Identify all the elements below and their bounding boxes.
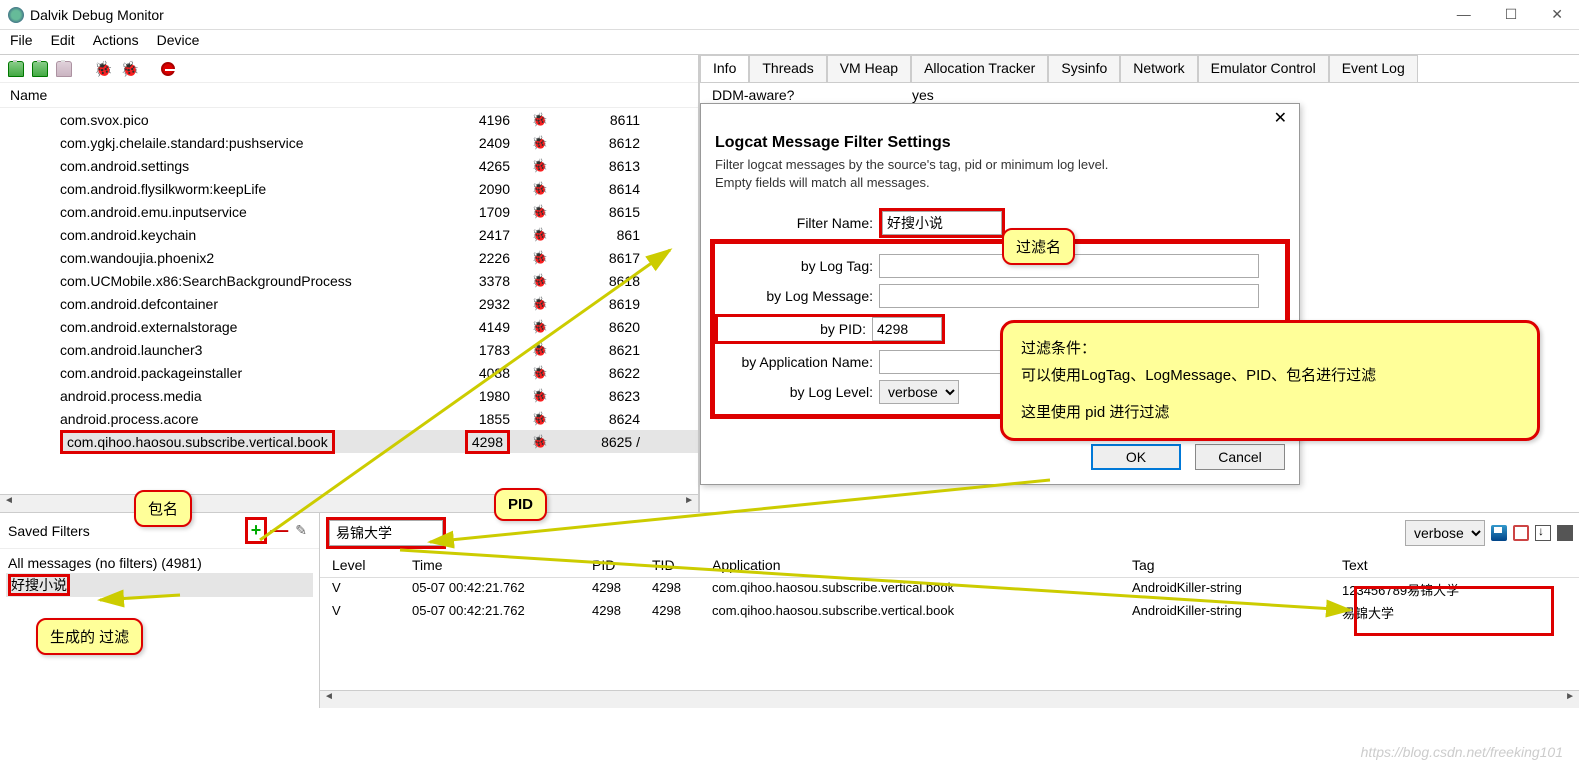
tab-threads[interactable]: Threads bbox=[749, 55, 826, 82]
debug-icon[interactable]: 🐞 bbox=[94, 60, 113, 78]
edit-filter-icon[interactable]: ✎ bbox=[291, 522, 311, 539]
device-icon-2[interactable] bbox=[32, 61, 48, 77]
process-row[interactable]: com.android.flysilkworm:keepLife2090🐞861… bbox=[60, 177, 698, 200]
annotation-gen-filter: 生成的 过滤 bbox=[36, 618, 143, 655]
menu-device[interactable]: Device bbox=[157, 32, 200, 52]
remove-filter-icon[interactable]: — bbox=[267, 520, 291, 541]
filter-item[interactable]: 好搜小说 bbox=[8, 574, 70, 596]
filter-all-messages[interactable]: All messages (no filters) (4981) bbox=[6, 553, 313, 573]
annotation-big-line2: 可以使用LogTag、LogMessage、PID、包名进行过滤 bbox=[1021, 362, 1519, 389]
log-search-input[interactable] bbox=[329, 520, 443, 546]
process-row[interactable]: com.android.keychain2417🐞861 bbox=[60, 223, 698, 246]
col-tid: TID bbox=[646, 555, 706, 575]
tab-network[interactable]: Network bbox=[1120, 55, 1197, 82]
annotation-big-line3: 这里使用 pid 进行过滤 bbox=[1021, 399, 1519, 426]
process-row[interactable]: com.android.settings4265🐞8613 bbox=[60, 154, 698, 177]
log-msg-input[interactable] bbox=[879, 284, 1259, 308]
col-level: Level bbox=[326, 555, 406, 575]
process-list[interactable]: com.svox.pico4196🐞8611com.ygkj.chelaile.… bbox=[0, 108, 698, 478]
window-title: Dalvik Debug Monitor bbox=[30, 7, 1449, 23]
export-log-icon[interactable] bbox=[1557, 525, 1573, 541]
device-icon-off[interactable] bbox=[56, 61, 72, 77]
tab-allocation-tracker[interactable]: Allocation Tracker bbox=[911, 55, 1048, 82]
process-row[interactable]: com.UCMobile.x86:SearchBackgroundProcess… bbox=[60, 269, 698, 292]
window-titlebar: Dalvik Debug Monitor — ☐ ✕ bbox=[0, 0, 1579, 30]
maximize-button[interactable]: ☐ bbox=[1497, 4, 1526, 25]
col-app: Application bbox=[706, 555, 1126, 575]
saved-filters-label: Saved Filters bbox=[8, 523, 245, 539]
process-scrollbar-x[interactable] bbox=[0, 494, 698, 512]
col-time: Time bbox=[406, 555, 586, 575]
debug-icon-2[interactable]: 🐞 bbox=[121, 60, 140, 78]
add-filter-icon[interactable]: + bbox=[245, 517, 268, 544]
log-level-select[interactable]: verbose bbox=[879, 380, 959, 404]
process-row[interactable]: com.svox.pico4196🐞8611 bbox=[60, 108, 698, 131]
col-text: Text bbox=[1336, 555, 1573, 575]
dialog-subtitle-2: Empty fields will match all messages. bbox=[701, 174, 1299, 192]
process-row[interactable]: com.ygkj.chelaile.standard:pushservice24… bbox=[60, 131, 698, 154]
clear-log-icon[interactable] bbox=[1513, 525, 1529, 541]
process-row[interactable]: android.process.media1980🐞8623 bbox=[60, 384, 698, 407]
ddm-aware-label: DDM-aware? bbox=[712, 87, 912, 103]
filter-name-label: Filter Name: bbox=[715, 215, 873, 231]
pid-label: by PID: bbox=[718, 321, 866, 337]
log-search-extend[interactable] bbox=[452, 520, 1399, 546]
dialog-close-icon[interactable]: ✕ bbox=[1270, 108, 1291, 128]
right-tabs: InfoThreadsVM HeapAllocation TrackerSysi… bbox=[700, 55, 1579, 83]
col-tag: Tag bbox=[1126, 555, 1336, 575]
log-table-header: Level Time PID TID Application Tag Text bbox=[320, 553, 1579, 578]
annotation-pkg: 包名 bbox=[134, 490, 192, 527]
tab-vm-heap[interactable]: VM Heap bbox=[827, 55, 911, 82]
process-row[interactable]: com.android.externalstorage4149🐞8620 bbox=[60, 315, 698, 338]
col-pid: PID bbox=[586, 555, 646, 575]
log-tag-label: by Log Tag: bbox=[715, 258, 873, 274]
device-icon[interactable] bbox=[8, 61, 24, 77]
annotation-text-highlight bbox=[1354, 586, 1554, 636]
tab-emulator-control[interactable]: Emulator Control bbox=[1198, 55, 1329, 82]
tab-sysinfo[interactable]: Sysinfo bbox=[1048, 55, 1120, 82]
log-level-filter[interactable]: verbose bbox=[1405, 520, 1485, 546]
cancel-button[interactable]: Cancel bbox=[1195, 444, 1285, 470]
annotation-big: 过滤条件： 可以使用LogTag、LogMessage、PID、包名进行过滤 这… bbox=[1000, 320, 1540, 441]
annotation-filter-name: 过滤名 bbox=[1002, 228, 1075, 265]
process-row[interactable]: com.android.defcontainer2932🐞8619 bbox=[60, 292, 698, 315]
scroll-lock-icon[interactable] bbox=[1535, 525, 1551, 541]
dialog-title: Logcat Message Filter Settings bbox=[701, 132, 1299, 156]
process-row[interactable]: android.process.acore1855🐞8624 bbox=[60, 407, 698, 430]
annotation-pid: PID bbox=[494, 488, 547, 521]
process-row[interactable]: com.android.emu.inputservice1709🐞8615 bbox=[60, 200, 698, 223]
process-row[interactable]: com.qihoo.haosou.subscribe.vertical.book… bbox=[60, 430, 698, 453]
process-row[interactable]: com.wandoujia.phoenix22226🐞8617 bbox=[60, 246, 698, 269]
minimize-button[interactable]: — bbox=[1449, 4, 1479, 25]
save-log-icon[interactable] bbox=[1491, 525, 1507, 541]
log-msg-label: by Log Message: bbox=[715, 288, 873, 304]
process-row[interactable]: com.android.launcher31783🐞8621 bbox=[60, 338, 698, 361]
close-button[interactable]: ✕ bbox=[1543, 4, 1571, 25]
watermark: https://blog.csdn.net/freeking101 bbox=[1361, 744, 1563, 760]
pid-input[interactable] bbox=[872, 317, 942, 341]
menu-edit[interactable]: Edit bbox=[51, 32, 75, 52]
tab-info[interactable]: Info bbox=[700, 55, 749, 82]
annotation-big-line1: 过滤条件： bbox=[1021, 335, 1519, 362]
log-scrollbar-x[interactable] bbox=[320, 690, 1579, 708]
menubar: File Edit Actions Device bbox=[0, 30, 1579, 54]
process-table-header: Name bbox=[0, 83, 698, 108]
ok-button[interactable]: OK bbox=[1091, 444, 1181, 470]
app-name-label: by Application Name: bbox=[715, 354, 873, 370]
filter-name-input[interactable] bbox=[882, 211, 1002, 235]
ddm-aware-value: yes bbox=[912, 87, 934, 103]
app-icon bbox=[8, 7, 24, 23]
menu-file[interactable]: File bbox=[10, 32, 33, 52]
menu-actions[interactable]: Actions bbox=[93, 32, 139, 52]
stop-icon[interactable] bbox=[161, 62, 175, 76]
log-level-label: by Log Level: bbox=[715, 384, 873, 400]
tab-event-log[interactable]: Event Log bbox=[1329, 55, 1418, 82]
process-toolbar: 🐞 🐞 bbox=[0, 55, 698, 83]
process-row[interactable]: com.android.packageinstaller4088🐞8622 bbox=[60, 361, 698, 384]
dialog-subtitle-1: Filter logcat messages by the source's t… bbox=[701, 156, 1299, 174]
